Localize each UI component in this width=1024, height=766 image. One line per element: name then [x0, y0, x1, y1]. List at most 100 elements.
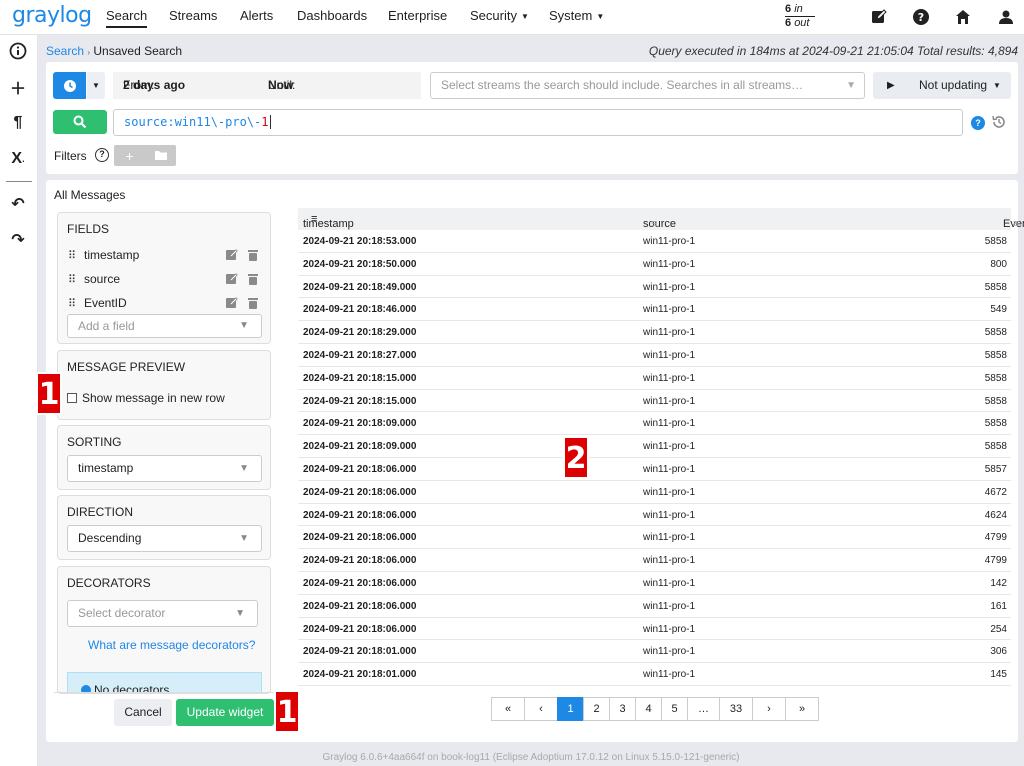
first-page-button[interactable]: «: [491, 697, 525, 721]
sort-icon[interactable]: ≡: [651, 218, 657, 230]
prev-page-button[interactable]: ‹: [524, 697, 558, 721]
info-icon[interactable]: [7, 40, 29, 62]
search-button[interactable]: [53, 110, 107, 134]
x-clear-icon[interactable]: X.: [7, 148, 29, 170]
edit-icon[interactable]: [868, 6, 890, 28]
refresh-control[interactable]: ▶ Not updating ▼: [873, 72, 1011, 99]
cell-eventid: 5858: [984, 418, 1007, 430]
svg-text:?: ?: [918, 11, 924, 24]
history-icon[interactable]: [991, 114, 1009, 132]
streams-select[interactable]: Select streams the search should include…: [430, 72, 865, 99]
sorting-select[interactable]: timestamp ▼: [67, 455, 262, 482]
pilcrow-icon[interactable]: ¶: [7, 112, 29, 134]
table-row[interactable]: 2024-09-21 20:18:06.000 win11-pro-1 5857: [298, 458, 1011, 481]
footer-version: Graylog 6.0.6+4aa664f on book-log11 (Ecl…: [322, 752, 740, 763]
checkbox-box[interactable]: [67, 393, 77, 403]
trash-icon[interactable]: [246, 272, 260, 286]
widget-title: All Messages: [54, 188, 126, 202]
page-1-button[interactable]: 1: [557, 697, 584, 721]
plus-icon[interactable]: ＋: [7, 76, 29, 98]
table-row[interactable]: 2024-09-21 20:18:09.000 win11-pro-1 5858: [298, 435, 1011, 458]
page-33-button[interactable]: 33: [719, 697, 753, 721]
field-item-source[interactable]: ⠿ source: [68, 272, 263, 286]
query-help-icon[interactable]: ?: [971, 116, 985, 130]
folder-icon[interactable]: [145, 148, 176, 164]
drag-handle-icon[interactable]: ⠿: [68, 297, 76, 310]
table-row[interactable]: 2024-09-21 20:18:15.000 win11-pro-1 5858: [298, 367, 1011, 390]
redo-icon[interactable]: ↷: [7, 229, 29, 251]
table-row[interactable]: 2024-09-21 20:18:06.000 win11-pro-1 254: [298, 618, 1011, 641]
nav-streams[interactable]: Streams: [169, 8, 217, 23]
nav-security[interactable]: Security ▼: [470, 8, 529, 23]
show-message-checkbox[interactable]: Show message in new row: [67, 391, 225, 405]
cell-timestamp: 2024-09-21 20:18:01.000: [303, 646, 417, 658]
time-range-display[interactable]: From: 2 days ago Until: Now: [113, 72, 421, 99]
add-filter-icon[interactable]: +: [114, 148, 145, 164]
help-icon[interactable]: ?: [910, 6, 932, 28]
nav-alerts[interactable]: Alerts: [240, 8, 273, 23]
drag-handle-icon[interactable]: ⠿: [68, 273, 76, 286]
table-row[interactable]: 2024-09-21 20:18:06.000 win11-pro-1 142: [298, 572, 1011, 595]
throughput-indicator[interactable]: 6 in 6 out: [785, 3, 825, 29]
edit-field-icon[interactable]: [225, 272, 239, 286]
table-row[interactable]: 2024-09-21 20:18:15.000 win11-pro-1 5858: [298, 390, 1011, 413]
home-icon[interactable]: [952, 6, 974, 28]
update-widget-button[interactable]: Update widget: [176, 699, 274, 726]
cell-eventid: 5858: [984, 327, 1007, 339]
table-row[interactable]: 2024-09-21 20:18:06.000 win11-pro-1 4672: [298, 481, 1011, 504]
trash-icon[interactable]: [246, 248, 260, 262]
messages-table: timestamp ≡ source ≡ EventID ≡ 2024-09-2…: [298, 208, 1024, 686]
table-row[interactable]: 2024-09-21 20:18:01.000 win11-pro-1 145: [298, 663, 1011, 686]
table-row[interactable]: 2024-09-21 20:18:01.000 win11-pro-1 306: [298, 640, 1011, 664]
field-item-timestamp[interactable]: ⠿ timestamp: [68, 248, 263, 262]
add-field-select[interactable]: Add a field ▼: [67, 314, 262, 338]
graylog-logo[interactable]: graylog: [12, 3, 92, 28]
cell-source: win11-pro-1: [643, 372, 696, 384]
decorators-help-link[interactable]: What are message decorators?: [88, 638, 255, 652]
edit-field-icon[interactable]: [225, 248, 239, 262]
cell-source: win11-pro-1: [643, 304, 696, 316]
table-row[interactable]: 2024-09-21 20:18:29.000 win11-pro-1 5858: [298, 321, 1011, 344]
table-row[interactable]: 2024-09-21 20:18:50.000 win11-pro-1 800: [298, 253, 1011, 276]
undo-icon[interactable]: ↶: [7, 193, 29, 215]
sort-icon[interactable]: ≡: [1013, 218, 1019, 230]
query-input[interactable]: source:win11\-pro\-1: [113, 109, 963, 136]
page-2-button[interactable]: 2: [583, 697, 610, 721]
direction-select[interactable]: Descending ▼: [67, 525, 262, 552]
time-range-button[interactable]: [53, 72, 86, 99]
filters-help-icon[interactable]: ?: [95, 148, 109, 162]
cell-timestamp: 2024-09-21 20:18:06.000: [303, 486, 417, 498]
table-row[interactable]: 2024-09-21 20:18:06.000 win11-pro-1 4624: [298, 504, 1011, 527]
field-item-eventid[interactable]: ⠿ EventID: [68, 296, 263, 310]
cancel-button[interactable]: Cancel: [114, 699, 172, 726]
next-page-button[interactable]: ›: [752, 697, 786, 721]
table-row[interactable]: 2024-09-21 20:18:09.000 win11-pro-1 5858: [298, 412, 1011, 436]
edit-field-icon[interactable]: [225, 296, 239, 310]
user-icon[interactable]: [995, 6, 1017, 28]
nav-system[interactable]: System ▼: [549, 8, 604, 23]
decorator-select[interactable]: Select decorator ▼: [67, 600, 258, 627]
table-row[interactable]: 2024-09-21 20:18:46.000 win11-pro-1 549: [298, 298, 1011, 322]
nav-enterprise[interactable]: Enterprise: [388, 8, 447, 23]
table-row[interactable]: 2024-09-21 20:18:06.000 win11-pro-1 4799: [298, 526, 1011, 550]
page-3-button[interactable]: 3: [609, 697, 636, 721]
page-5-button[interactable]: 5: [661, 697, 688, 721]
time-range-dropdown[interactable]: ▼: [87, 72, 105, 99]
page-4-button[interactable]: 4: [635, 697, 662, 721]
nav-dashboards[interactable]: Dashboards: [297, 8, 367, 23]
table-row[interactable]: 2024-09-21 20:18:06.000 win11-pro-1 4799: [298, 549, 1011, 572]
table-row[interactable]: 2024-09-21 20:18:49.000 win11-pro-1 5858: [298, 276, 1011, 299]
table-row[interactable]: 2024-09-21 20:18:53.000 win11-pro-1 5858: [298, 230, 1011, 253]
breadcrumb-search-link[interactable]: Search: [46, 44, 84, 58]
sidebar-divider: [6, 181, 32, 182]
table-row[interactable]: 2024-09-21 20:18:06.000 win11-pro-1 161: [298, 595, 1011, 618]
nav-search[interactable]: Search: [106, 8, 148, 28]
trash-icon[interactable]: [246, 296, 260, 310]
table-row[interactable]: 2024-09-21 20:18:27.000 win11-pro-1 5858: [298, 344, 1011, 367]
drag-handle-icon[interactable]: ⠿: [68, 249, 76, 262]
cell-eventid: 4672: [984, 486, 1007, 498]
cell-source: win11-pro-1: [643, 532, 696, 544]
last-page-button[interactable]: »: [785, 697, 819, 721]
cell-timestamp: 2024-09-21 20:18:27.000: [303, 349, 417, 361]
header-timestamp[interactable]: timestamp ≡: [303, 213, 354, 230]
